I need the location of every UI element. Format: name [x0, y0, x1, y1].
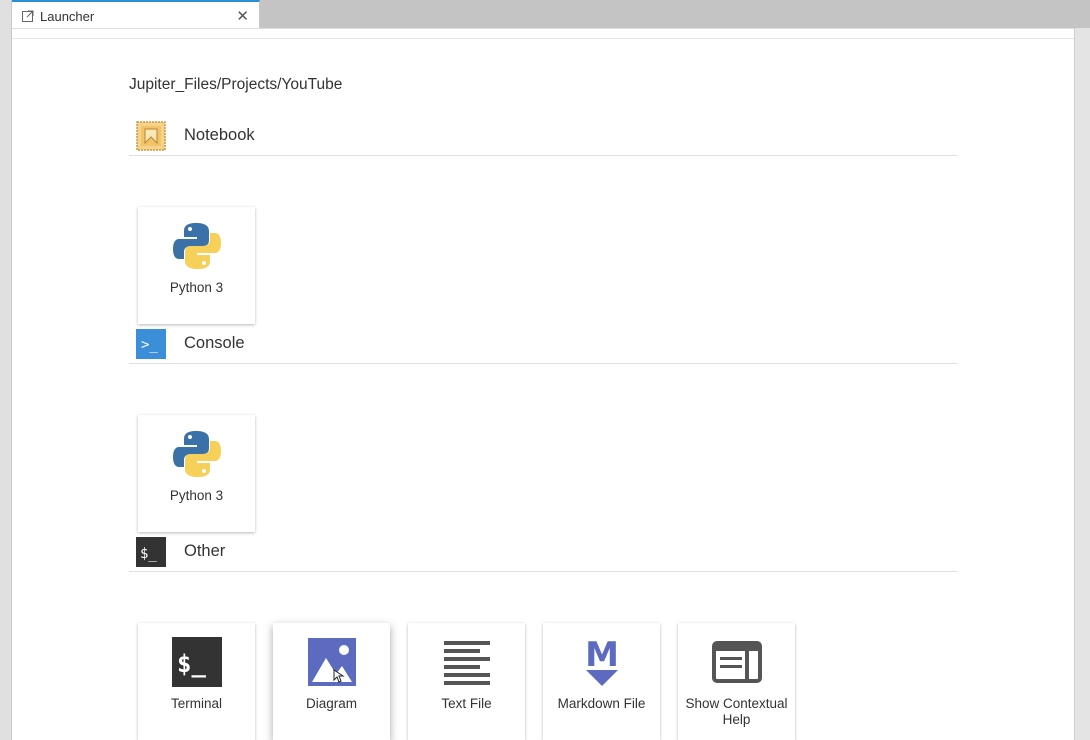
- close-icon[interactable]: ✕: [236, 9, 249, 24]
- console-cards: Python 3: [138, 415, 255, 532]
- current-directory: Jupiter_Files/Projects/YouTube: [129, 76, 343, 93]
- left-sidebar-edge: [0, 0, 12, 740]
- scrollbar[interactable]: [1074, 28, 1090, 740]
- card-label: Python 3: [169, 280, 224, 295]
- contextual-help-icon: [711, 636, 763, 688]
- launcher-card-console-python3[interactable]: Python 3: [138, 415, 255, 532]
- text-file-icon: [441, 636, 493, 688]
- launcher-panel: Jupiter_Files/Projects/YouTube Notebook: [12, 28, 1074, 740]
- svg-text:$_: $_: [177, 650, 206, 678]
- section-title-console: Console: [184, 334, 245, 352]
- notebook-icon: [136, 120, 166, 151]
- python-icon: [171, 220, 223, 272]
- launcher-card-text-file[interactable]: Text File: [408, 623, 525, 740]
- card-label: Show Contextual Help: [685, 696, 788, 727]
- section-title-other: Other: [184, 542, 226, 560]
- other-cards: $_ Terminal Diagram Text File M Markdown…: [138, 623, 795, 740]
- tab-launcher[interactable]: Launcher ✕: [12, 0, 260, 30]
- launcher-content: Jupiter_Files/Projects/YouTube Notebook: [129, 76, 957, 740]
- notebook-cards: Python 3: [138, 207, 255, 324]
- section-header-console: >_ Console: [129, 324, 957, 364]
- python-icon: [171, 428, 223, 480]
- section-header-other: $_ Other: [129, 532, 957, 572]
- launcher-card-terminal[interactable]: $_ Terminal: [138, 623, 255, 740]
- svg-text:M: M: [585, 636, 619, 675]
- launcher-tab-icon: [22, 10, 34, 22]
- card-label: Terminal: [170, 696, 222, 711]
- launcher-card-diagram[interactable]: Diagram: [273, 623, 390, 740]
- card-label: Text File: [441, 696, 492, 711]
- launcher-card-notebook-python3[interactable]: Python 3: [138, 207, 255, 324]
- diagram-icon: [306, 636, 358, 688]
- markdown-icon: M: [576, 636, 628, 688]
- launcher-card-contextual-help[interactable]: Show Contextual Help: [678, 623, 795, 740]
- tab-label: Launcher: [40, 8, 95, 24]
- section-title-notebook: Notebook: [184, 126, 255, 144]
- svg-text:$_: $_: [140, 546, 157, 562]
- card-label: Diagram: [305, 696, 357, 711]
- terminal-icon: $_: [171, 636, 223, 688]
- console-icon: >_: [136, 328, 166, 359]
- divider: [12, 38, 1074, 39]
- card-label: Markdown File: [557, 696, 646, 711]
- terminal-icon: $_: [136, 536, 166, 567]
- tab-bar: Launcher ✕: [12, 0, 1090, 30]
- svg-text:>_: >_: [141, 337, 158, 353]
- card-label: Python 3: [169, 488, 224, 503]
- section-header-notebook: Notebook: [129, 116, 957, 156]
- launcher-card-markdown-file[interactable]: M Markdown File: [543, 623, 660, 740]
